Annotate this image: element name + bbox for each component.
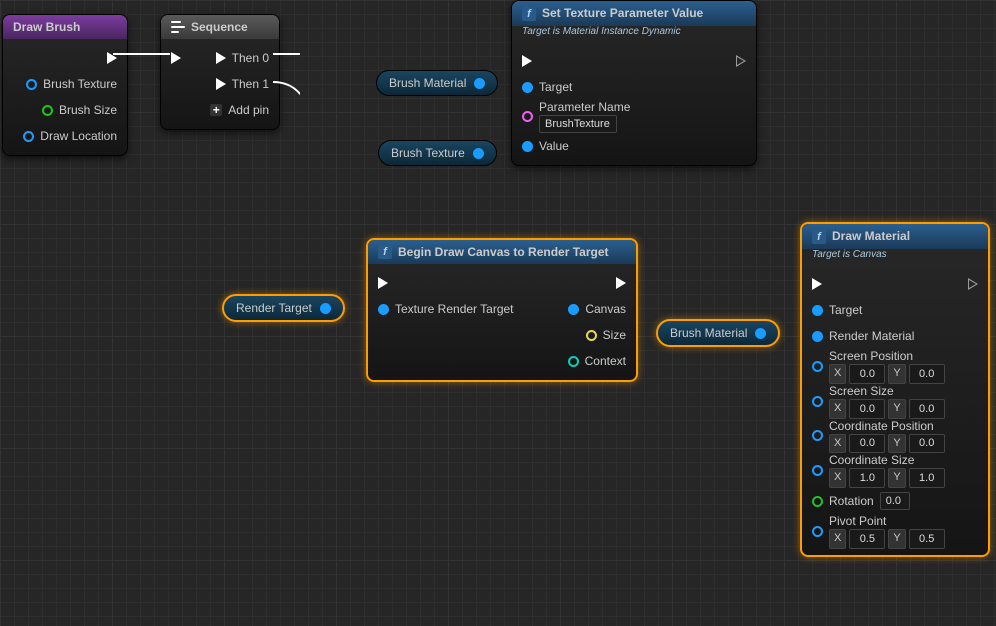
node-set-texture-param[interactable]: f Set Texture Parameter Value Target is … [511, 0, 757, 166]
var-label: Render Target [236, 301, 312, 315]
var-render-target[interactable]: Render Target [222, 294, 345, 322]
coord-size-x[interactable] [849, 468, 885, 488]
pivot-y[interactable] [909, 529, 945, 549]
pin-out[interactable] [755, 328, 766, 339]
function-icon: f [522, 7, 536, 21]
var-brush-material[interactable]: Brush Material [376, 70, 498, 96]
add-pin-button[interactable]: Add pin+ [210, 103, 269, 117]
node-header: f Draw Material [802, 224, 988, 249]
param-name-input[interactable] [539, 115, 617, 133]
node-title: Draw Material [832, 229, 910, 244]
screen-pos-y[interactable] [909, 364, 945, 384]
function-icon: f [378, 245, 392, 259]
node-begin-draw-canvas[interactable]: f Begin Draw Canvas to Render Target Text… [366, 238, 638, 382]
pin-render-material[interactable]: Render Material [812, 329, 914, 343]
pin-then1[interactable]: Then 1 [216, 77, 269, 91]
exec-out-pin[interactable] [736, 55, 746, 67]
pin-target[interactable]: Target [522, 80, 572, 94]
var-brush-material-2[interactable]: Brush Material [656, 319, 780, 347]
var-label: Brush Material [670, 326, 747, 340]
node-subtitle: Target is Canvas [802, 249, 988, 265]
exec-in-pin[interactable] [171, 52, 181, 64]
exec-out-pin[interactable] [616, 277, 626, 289]
exec-in-pin[interactable] [812, 278, 822, 290]
rotation-input[interactable] [880, 492, 910, 510]
node-sequence[interactable]: Sequence Then 0 Then 1 Add pin+ [160, 14, 280, 130]
node-header: f Set Texture Parameter Value [512, 1, 756, 26]
pin-pivot-point[interactable]: Pivot Point XY [812, 514, 945, 549]
coord-size-y[interactable] [909, 468, 945, 488]
node-draw-material[interactable]: f Draw Material Target is Canvas Target … [800, 222, 990, 557]
pin-screen-size[interactable]: Screen Size XY [812, 384, 945, 419]
pin-out[interactable] [473, 148, 484, 159]
exec-out-pin[interactable] [107, 52, 117, 64]
screen-size-x[interactable] [849, 399, 885, 419]
node-title: Begin Draw Canvas to Render Target [398, 245, 609, 259]
plus-icon: + [210, 104, 222, 116]
pin-out[interactable] [320, 303, 331, 314]
pin-draw-location[interactable]: Draw Location [23, 129, 117, 143]
node-title: Set Texture Parameter Value [542, 6, 703, 21]
coord-pos-y[interactable] [909, 434, 945, 454]
pin-screen-position[interactable]: Screen Position XY [812, 349, 945, 384]
screen-size-y[interactable] [909, 399, 945, 419]
node-title: Draw Brush [13, 20, 80, 34]
exec-out-pin[interactable] [968, 278, 978, 290]
screen-pos-x[interactable] [849, 364, 885, 384]
pin-context[interactable]: Context [568, 354, 626, 368]
var-brush-texture[interactable]: Brush Texture [378, 140, 497, 166]
coord-pos-x[interactable] [849, 434, 885, 454]
node-header: Draw Brush [3, 15, 127, 39]
var-label: Brush Material [389, 76, 466, 90]
function-icon: f [812, 230, 826, 244]
pin-value[interactable]: Value [522, 139, 569, 153]
node-header: f Begin Draw Canvas to Render Target [368, 240, 636, 264]
pin-brush-texture[interactable]: Brush Texture [26, 77, 117, 91]
pin-brush-size[interactable]: Brush Size [42, 103, 117, 117]
pin-canvas[interactable]: Canvas [568, 302, 626, 316]
node-header: Sequence [161, 15, 279, 39]
pin-texture-render-target[interactable]: Texture Render Target [378, 302, 514, 316]
pin-then0[interactable]: Then 0 [216, 51, 269, 65]
exec-in-pin[interactable] [522, 55, 532, 67]
pin-coord-position[interactable]: Coordinate Position XY [812, 419, 945, 454]
pin-parameter-name[interactable]: Parameter Name [522, 100, 630, 133]
pin-size[interactable]: Size [586, 328, 626, 342]
pivot-x[interactable] [849, 529, 885, 549]
pin-target[interactable]: Target [812, 303, 862, 317]
node-draw-brush[interactable]: Draw Brush Brush Texture Brush Size Draw… [2, 14, 128, 156]
sequence-icon [171, 20, 185, 34]
node-subtitle: Target is Material Instance Dynamic [512, 26, 756, 42]
pin-rotation[interactable]: Rotation [812, 492, 910, 510]
pin-out[interactable] [474, 78, 485, 89]
pin-coord-size[interactable]: Coordinate Size XY [812, 453, 945, 488]
node-title: Sequence [191, 20, 248, 34]
exec-in-pin[interactable] [378, 277, 388, 289]
var-label: Brush Texture [391, 146, 465, 160]
